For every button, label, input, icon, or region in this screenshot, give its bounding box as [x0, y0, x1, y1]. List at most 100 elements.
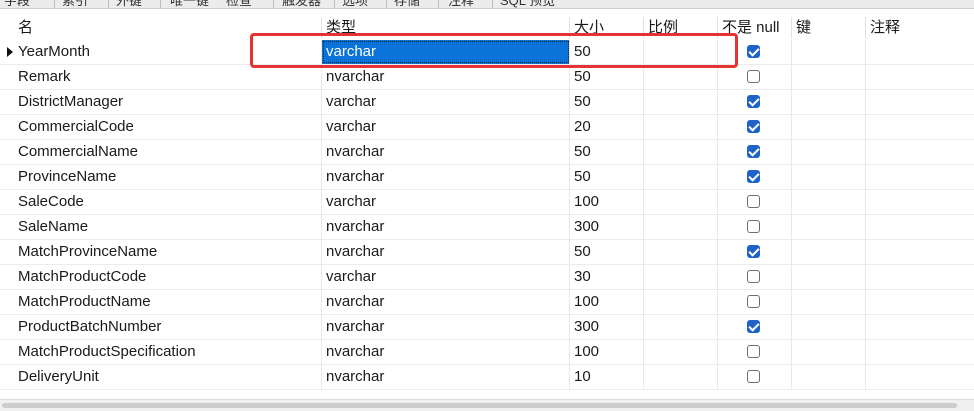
field-name-cell[interactable]: MatchProductCode [14, 265, 322, 289]
field-size-cell[interactable]: 300 [570, 215, 644, 239]
table-row[interactable]: MatchProductName nvarchar 100 [0, 290, 974, 315]
field-name-cell[interactable]: MatchProductName [14, 290, 322, 314]
table-row[interactable]: Remark nvarchar 50 [0, 65, 974, 90]
not-null-checkbox-checked[interactable] [747, 245, 760, 258]
field-key-cell[interactable] [792, 190, 866, 214]
field-comment-cell[interactable] [866, 215, 974, 239]
field-type-cell[interactable]: nvarchar [322, 240, 570, 264]
field-not-null-cell[interactable] [718, 240, 792, 264]
field-type-cell[interactable]: nvarchar [322, 290, 570, 314]
field-scale-cell[interactable] [644, 215, 718, 239]
field-size-cell[interactable]: 30 [570, 265, 644, 289]
field-key-cell[interactable] [792, 365, 866, 389]
table-row[interactable]: CommercialName nvarchar 50 [0, 140, 974, 165]
field-comment-cell[interactable] [866, 115, 974, 139]
field-name-cell[interactable]: Remark [14, 65, 322, 89]
field-key-cell[interactable] [792, 265, 866, 289]
not-null-checkbox-checked[interactable] [747, 145, 760, 158]
table-row[interactable]: CommercialCode varchar 20 [0, 115, 974, 140]
field-not-null-cell[interactable] [718, 340, 792, 364]
field-type-cell[interactable]: varchar [322, 190, 570, 214]
field-name-cell[interactable]: MatchProvinceName [14, 240, 322, 264]
field-key-cell[interactable] [792, 315, 866, 339]
field-size-cell[interactable]: 50 [570, 90, 644, 114]
field-type-cell[interactable]: varchar [322, 265, 570, 289]
tab-storage[interactable]: 存储 [394, 0, 420, 8]
field-key-cell[interactable] [792, 215, 866, 239]
field-comment-cell[interactable] [866, 340, 974, 364]
field-not-null-cell[interactable] [718, 265, 792, 289]
field-not-null-cell[interactable] [718, 165, 792, 189]
field-comment-cell[interactable] [866, 90, 974, 114]
field-key-cell[interactable] [792, 40, 866, 64]
field-scale-cell[interactable] [644, 340, 718, 364]
field-comment-cell[interactable] [866, 40, 974, 64]
not-null-checkbox-unchecked[interactable] [747, 70, 760, 83]
field-name-cell[interactable]: CommercialCode [14, 115, 322, 139]
table-row[interactable]: MatchProductCode varchar 30 [0, 265, 974, 290]
field-type-cell[interactable]: nvarchar [322, 340, 570, 364]
field-not-null-cell[interactable] [718, 65, 792, 89]
not-null-checkbox-checked[interactable] [747, 45, 760, 58]
table-row[interactable]: DeliveryUnit nvarchar 10 [0, 365, 974, 390]
table-row[interactable]: YearMonth varchar 50 [0, 40, 974, 65]
field-comment-cell[interactable] [866, 140, 974, 164]
field-comment-cell[interactable] [866, 65, 974, 89]
tab-triggers[interactable]: 触发器 [282, 0, 321, 8]
field-scale-cell[interactable] [644, 265, 718, 289]
field-not-null-cell[interactable] [718, 315, 792, 339]
tab-comment[interactable]: 注释 [448, 0, 474, 8]
field-not-null-cell[interactable] [718, 90, 792, 114]
field-type-cell[interactable]: nvarchar [322, 165, 570, 189]
field-name-cell[interactable]: DistrictManager [14, 90, 322, 114]
field-not-null-cell[interactable] [718, 140, 792, 164]
tab-fields[interactable]: 字段 [4, 0, 30, 8]
tab-checks[interactable]: 检查 [226, 0, 252, 8]
field-key-cell[interactable] [792, 340, 866, 364]
table-row[interactable]: SaleName nvarchar 300 [0, 215, 974, 240]
field-name-cell[interactable]: MatchProductSpecification [14, 340, 322, 364]
field-scale-cell[interactable] [644, 165, 718, 189]
field-key-cell[interactable] [792, 115, 866, 139]
tab-options[interactable]: 选项 [342, 0, 368, 8]
table-row[interactable]: SaleCode varchar 100 [0, 190, 974, 215]
field-size-cell[interactable]: 100 [570, 190, 644, 214]
table-row[interactable]: ProductBatchNumber nvarchar 300 [0, 315, 974, 340]
column-header-comment[interactable]: 注释 [866, 17, 974, 39]
field-not-null-cell[interactable] [718, 365, 792, 389]
field-scale-cell[interactable] [644, 40, 718, 64]
field-scale-cell[interactable] [644, 240, 718, 264]
column-header-not-null[interactable]: 不是 null [718, 17, 792, 39]
not-null-checkbox-unchecked[interactable] [747, 370, 760, 383]
field-size-cell[interactable]: 300 [570, 315, 644, 339]
field-comment-cell[interactable] [866, 190, 974, 214]
table-row[interactable]: ProvinceName nvarchar 50 [0, 165, 974, 190]
field-not-null-cell[interactable] [718, 115, 792, 139]
column-header-key[interactable]: 键 [792, 17, 866, 39]
column-header-size[interactable]: 大小 [570, 17, 644, 39]
field-name-cell[interactable]: ProductBatchNumber [14, 315, 322, 339]
field-scale-cell[interactable] [644, 315, 718, 339]
field-size-cell[interactable]: 10 [570, 365, 644, 389]
field-scale-cell[interactable] [644, 290, 718, 314]
field-key-cell[interactable] [792, 90, 866, 114]
field-name-cell[interactable]: SaleCode [14, 190, 322, 214]
field-not-null-cell[interactable] [718, 215, 792, 239]
table-row[interactable]: DistrictManager varchar 50 [0, 90, 974, 115]
column-header-scale[interactable]: 比例 [644, 17, 718, 39]
field-scale-cell[interactable] [644, 190, 718, 214]
field-not-null-cell[interactable] [718, 190, 792, 214]
not-null-checkbox-checked[interactable] [747, 170, 760, 183]
field-key-cell[interactable] [792, 240, 866, 264]
field-key-cell[interactable] [792, 65, 866, 89]
not-null-checkbox-checked[interactable] [747, 320, 760, 333]
tab-unique-keys[interactable]: 唯一键 [170, 0, 209, 8]
field-type-cell[interactable]: nvarchar [322, 365, 570, 389]
field-type-cell[interactable]: nvarchar [322, 65, 570, 89]
field-name-cell[interactable]: CommercialName [14, 140, 322, 164]
field-name-cell[interactable]: ProvinceName [14, 165, 322, 189]
field-scale-cell[interactable] [644, 140, 718, 164]
field-size-cell[interactable]: 50 [570, 240, 644, 264]
field-not-null-cell[interactable] [718, 290, 792, 314]
horizontal-scrollbar-thumb[interactable] [2, 403, 957, 408]
